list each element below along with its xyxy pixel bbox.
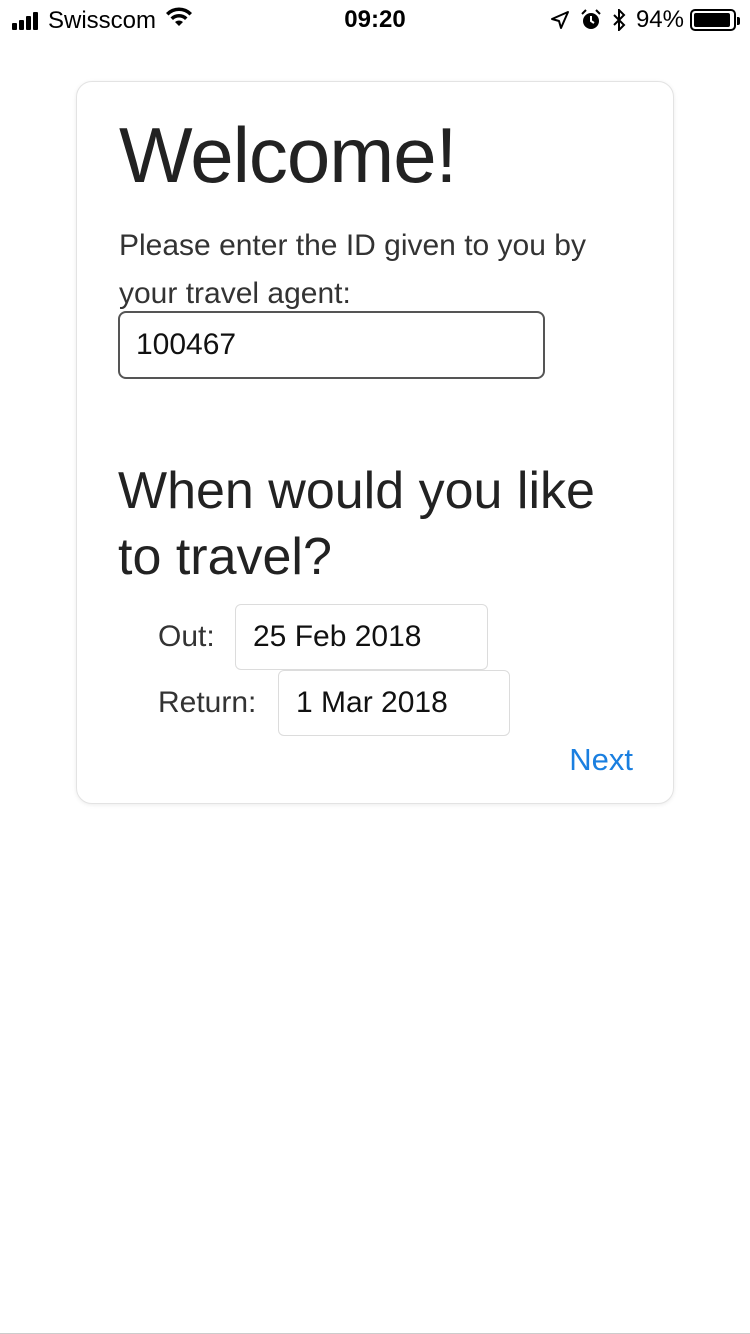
bluetooth-icon <box>612 9 626 31</box>
id-prompt: Please enter the ID given to you by your… <box>119 229 586 310</box>
page-title: Welcome! <box>119 111 457 199</box>
alarm-icon <box>580 9 602 31</box>
battery-icon <box>690 9 740 31</box>
travel-id-input[interactable] <box>118 311 545 379</box>
status-bar-right: 94% <box>550 6 740 34</box>
welcome-card: Welcome! Please enter the ID given to yo… <box>76 81 674 804</box>
return-date-field[interactable]: 1 Mar 2018 <box>278 670 510 736</box>
travel-heading: When would you like to travel? <box>118 462 595 586</box>
battery-percent: 94% <box>635 6 684 33</box>
location-icon <box>550 10 570 30</box>
out-label: Out: <box>158 620 215 653</box>
next-button[interactable]: Next <box>569 742 633 778</box>
status-bar: Swisscom 09:20 94% <box>0 0 750 40</box>
out-date-field[interactable]: 25 Feb 2018 <box>235 604 488 670</box>
return-label: Return: <box>158 686 257 719</box>
battery-fill <box>694 13 730 27</box>
